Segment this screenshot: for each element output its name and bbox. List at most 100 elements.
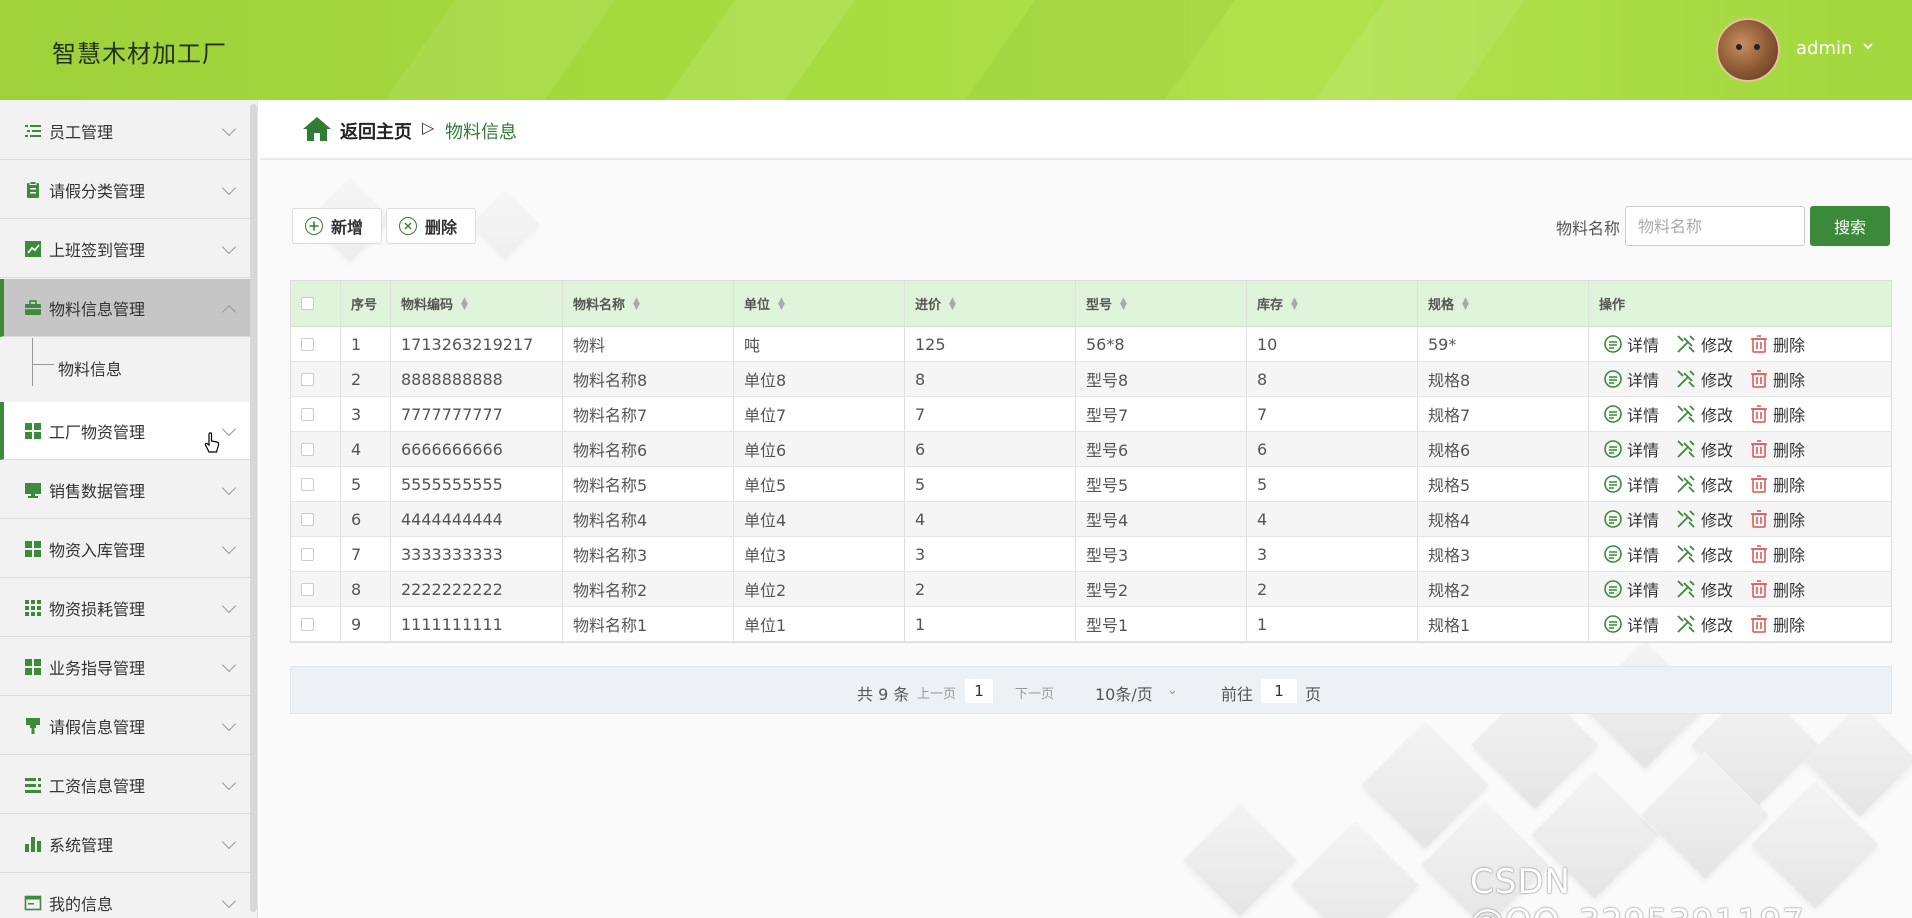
search-input[interactable] <box>1625 206 1805 246</box>
edit-label: 修改 <box>1701 546 1734 565</box>
table-row: 5 5555555555 物料名称5 单位5 5 型号5 5 规格5 详情 修改 删除 <box>291 467 1891 502</box>
row-delete-button[interactable]: 删除 <box>1749 507 1805 531</box>
sidebar-item-loss[interactable]: 物资损耗管理 <box>0 579 257 637</box>
sidebar-item-label: 业务指导管理 <box>49 658 146 678</box>
table-cell: 56*8 <box>1076 327 1247 361</box>
table-cell: 单位2 <box>734 572 905 606</box>
sidebar-scrollbar[interactable] <box>250 104 257 912</box>
edit-button[interactable]: 修改 <box>1675 472 1733 496</box>
detail-button[interactable]: 详情 <box>1603 472 1659 496</box>
sort-icon[interactable]: ▲ ▼ <box>633 296 640 311</box>
sidebar-item-salary[interactable]: 工资信息管理 <box>0 756 257 814</box>
sort-icon[interactable]: ▲ ▼ <box>949 296 956 311</box>
breadcrumb-home-link[interactable]: 返回主页 <box>340 118 412 144</box>
row-checkbox[interactable] <box>301 442 314 456</box>
row-checkbox[interactable] <box>301 337 314 351</box>
detail-button[interactable]: 详情 <box>1603 332 1659 356</box>
edit-button[interactable]: 修改 <box>1675 612 1733 636</box>
chevron-down-icon[interactable] <box>1862 40 1874 56</box>
user-avatar[interactable] <box>1716 18 1780 82</box>
detail-button[interactable]: 详情 <box>1603 402 1659 426</box>
row-checkbox[interactable] <box>301 512 314 526</box>
home-icon[interactable] <box>302 116 332 142</box>
sort-icon[interactable]: ▲ ▼ <box>461 296 468 311</box>
current-page[interactable]: 1 <box>965 679 993 703</box>
sidebar-item-staff[interactable]: 员工管理 <box>0 102 257 160</box>
row-delete-button[interactable]: 删除 <box>1749 612 1805 636</box>
edit-button[interactable]: 修改 <box>1675 542 1733 566</box>
detail-button[interactable]: 详情 <box>1603 612 1659 636</box>
row-checkbox[interactable] <box>301 407 314 421</box>
table-cell: 7 <box>1247 397 1418 431</box>
table-row: 2 8888888888 物料名称8 单位8 8 型号8 8 规格8 详情 修改 删除 <box>291 362 1891 397</box>
sidebar-item-label: 工厂物资管理 <box>49 422 146 442</box>
table-cell: 1111111111 <box>391 607 563 641</box>
table-cell: 1713263219217 <box>391 327 563 361</box>
page-size-select[interactable]: 10条/页 <box>1095 681 1153 705</box>
row-select-cell <box>291 432 341 466</box>
row-delete-button[interactable]: 删除 <box>1749 332 1805 356</box>
col-header[interactable]: 物料编码 ▲ ▼ <box>391 281 563 326</box>
table-row: 6 4444444444 物料名称4 单位4 4 型号4 4 规格4 详情 修改 删除 <box>291 502 1891 537</box>
edit-button[interactable]: 修改 <box>1675 437 1733 461</box>
sort-icon[interactable]: ▲ ▼ <box>778 296 785 311</box>
sidebar-item-stock-in[interactable]: 物资入库管理 <box>0 520 257 578</box>
sort-icon[interactable]: ▲ ▼ <box>1291 296 1298 311</box>
username[interactable]: admin <box>1796 38 1852 59</box>
search-button[interactable]: 搜索 <box>1810 206 1890 246</box>
row-delete-button[interactable]: 删除 <box>1749 542 1805 566</box>
sidebar-item-system[interactable]: 系统管理 <box>0 815 257 873</box>
row-checkbox[interactable] <box>301 617 314 631</box>
table-cell: 7 <box>341 537 391 571</box>
row-delete-button[interactable]: 删除 <box>1749 577 1805 601</box>
edit-button[interactable]: 修改 <box>1675 507 1733 531</box>
edit-button[interactable]: 修改 <box>1675 367 1733 391</box>
row-checkbox[interactable] <box>301 372 314 386</box>
edit-button[interactable]: 修改 <box>1675 332 1733 356</box>
delete-button[interactable]: 删除 <box>386 208 476 244</box>
sidebar-item-material-info[interactable]: 物料信息管理 <box>0 279 257 337</box>
row-delete-button[interactable]: 删除 <box>1749 437 1805 461</box>
edit-button[interactable]: 修改 <box>1675 577 1733 601</box>
edit-button[interactable]: 修改 <box>1675 402 1733 426</box>
action-cell: 详情 修改 删除 <box>1589 502 1891 536</box>
table-row: 4 6666666666 物料名称6 单位6 6 型号6 6 规格6 详情 修改 删除 <box>291 432 1891 467</box>
row-select-cell <box>291 397 341 431</box>
delete-label: 删除 <box>1773 371 1806 390</box>
sidebar-item-sales-data[interactable]: 销售数据管理 <box>0 461 257 519</box>
row-checkbox[interactable] <box>301 477 314 491</box>
col-header[interactable]: 库存 ▲ ▼ <box>1247 281 1418 326</box>
col-header[interactable]: 单位 ▲ ▼ <box>734 281 905 326</box>
sidebar-item-checkin[interactable]: 上班签到管理 <box>0 220 257 278</box>
row-delete-button[interactable]: 删除 <box>1749 367 1805 391</box>
col-header[interactable]: 进价 ▲ ▼ <box>905 281 1076 326</box>
detail-button[interactable]: 详情 <box>1603 437 1659 461</box>
sort-icon[interactable]: ▲ ▼ <box>1462 296 1469 311</box>
row-delete-button[interactable]: 删除 <box>1749 472 1805 496</box>
row-checkbox[interactable] <box>301 582 314 596</box>
detail-button[interactable]: 详情 <box>1603 542 1659 566</box>
select-all-checkbox[interactable] <box>301 297 314 310</box>
delete-button-label: 删除 <box>425 218 458 237</box>
detail-button[interactable]: 详情 <box>1603 577 1659 601</box>
sidebar-item-leave-info[interactable]: 请假信息管理 <box>0 697 257 755</box>
add-button[interactable]: 新增 <box>292 208 382 244</box>
sidebar-item-guidance[interactable]: 业务指导管理 <box>0 638 257 696</box>
prev-page-button[interactable]: 上一页 <box>917 683 956 702</box>
sidebar-item-leave-category[interactable]: 请假分类管理 <box>0 161 257 219</box>
col-header[interactable]: 规格 ▲ ▼ <box>1418 281 1589 326</box>
row-delete-button[interactable]: 删除 <box>1749 402 1805 426</box>
detail-button[interactable]: 详情 <box>1603 367 1659 391</box>
row-checkbox[interactable] <box>301 547 314 561</box>
goto-page-input[interactable]: 1 <box>1261 679 1297 703</box>
table-cell: 6666666666 <box>391 432 563 466</box>
detail-button[interactable]: 详情 <box>1603 507 1659 531</box>
col-header[interactable]: 型号 ▲ ▼ <box>1076 281 1247 326</box>
table-cell: 物料名称8 <box>563 362 734 396</box>
sidebar-subitem-material-info[interactable]: 物料信息 <box>58 356 122 380</box>
next-page-button[interactable]: 下一页 <box>1015 683 1054 702</box>
chevron-down-icon[interactable]: ⌄ <box>1167 683 1178 698</box>
col-header[interactable]: 物料名称 ▲ ▼ <box>563 281 734 326</box>
sidebar-item-my-info[interactable]: 我的信息 <box>0 874 257 918</box>
sort-icon[interactable]: ▲ ▼ <box>1120 296 1127 311</box>
